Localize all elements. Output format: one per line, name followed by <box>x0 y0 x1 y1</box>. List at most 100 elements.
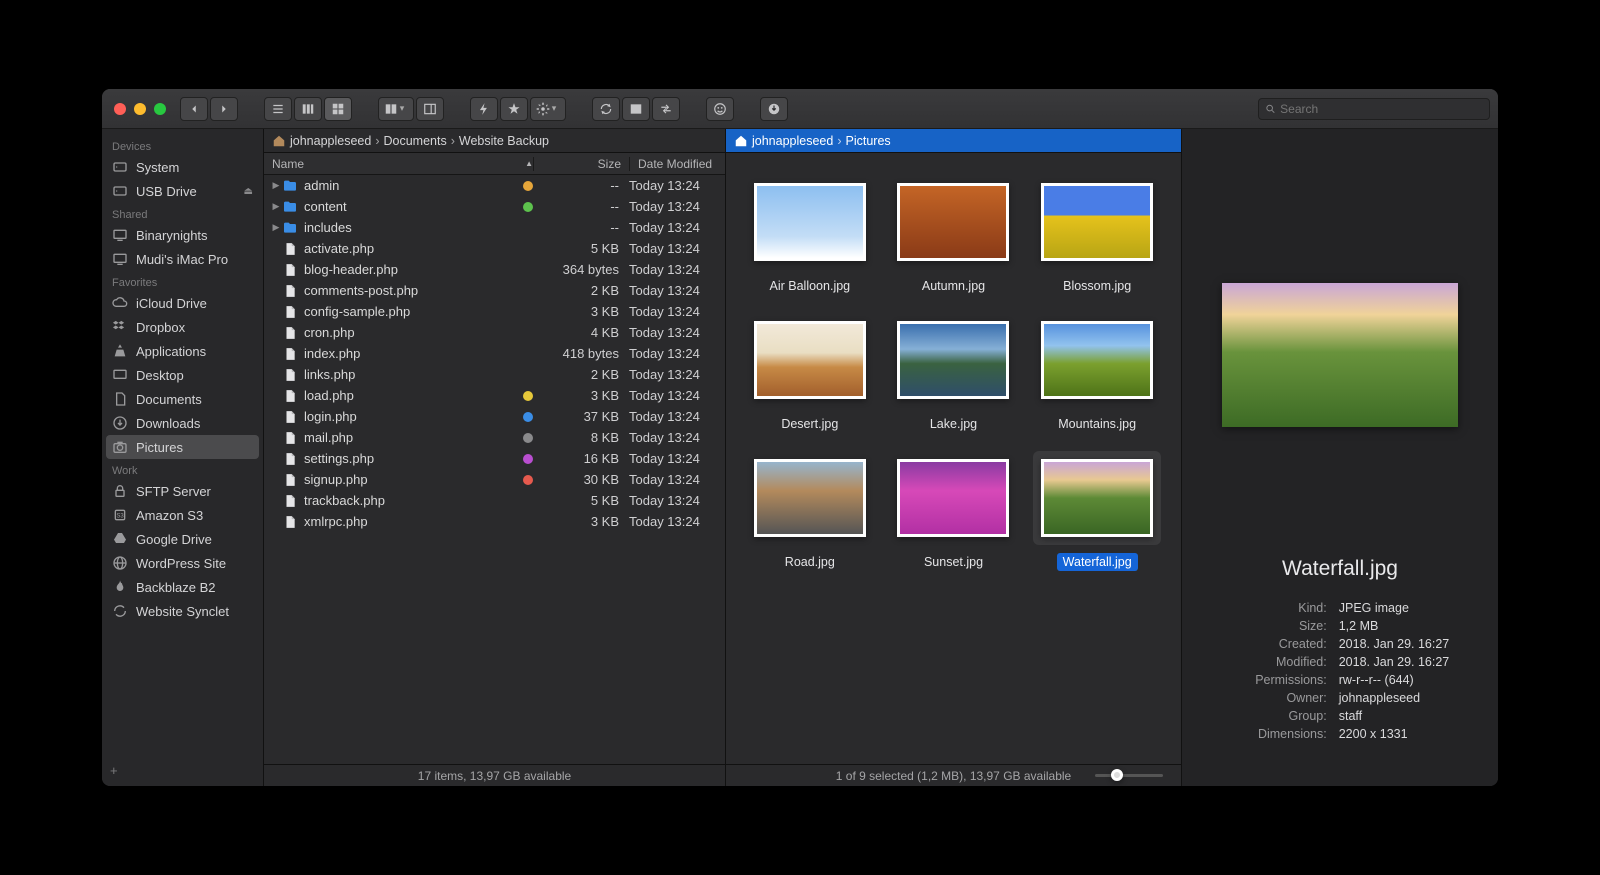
sidebar-item[interactable]: SFTP Server <box>102 479 263 503</box>
grid-item[interactable]: Autumn.jpg <box>888 175 1020 295</box>
grid-item[interactable]: Road.jpg <box>744 451 876 571</box>
breadcrumb-item[interactable]: johnappleseed <box>752 134 833 148</box>
display-icon <box>112 251 128 267</box>
icon-size-slider[interactable] <box>1095 774 1163 777</box>
back-button[interactable] <box>180 97 208 121</box>
sidebar-item[interactable]: System <box>102 155 263 179</box>
terminal-button[interactable] <box>622 97 650 121</box>
file-row[interactable]: ▶includes--Today 13:24 <box>264 217 725 238</box>
download-icon <box>767 102 781 116</box>
quicklook-button[interactable] <box>470 97 498 121</box>
file-row[interactable]: mail.php8 KBToday 13:24 <box>264 427 725 448</box>
file-date: Today 13:24 <box>629 262 725 277</box>
file-row[interactable]: load.php3 KBToday 13:24 <box>264 385 725 406</box>
breadcrumb-item[interactable]: Documents <box>384 134 447 148</box>
breadcrumb-item[interactable]: johnappleseed <box>290 134 371 148</box>
actions-dropdown[interactable]: ▾ <box>530 97 566 121</box>
column-date[interactable]: Date Modified <box>629 157 725 171</box>
file-name: index.php <box>304 346 523 361</box>
sidebar-item[interactable]: Dropbox <box>102 315 263 339</box>
sidebar-item[interactable]: Applications <box>102 339 263 363</box>
grid-item[interactable]: Mountains.jpg <box>1031 313 1163 433</box>
file-row[interactable]: xmlrpc.php3 KBToday 13:24 <box>264 511 725 532</box>
file-row[interactable]: ▶admin--Today 13:24 <box>264 175 725 196</box>
chevron-right-icon <box>217 102 231 116</box>
activity-button[interactable] <box>760 97 788 121</box>
breadcrumb-item[interactable]: Pictures <box>846 134 891 148</box>
sidebar-item[interactable]: Downloads <box>102 411 263 435</box>
sidebar-item[interactable]: Pictures <box>106 435 259 459</box>
search-input[interactable] <box>1280 102 1483 116</box>
search-field[interactable] <box>1258 98 1490 120</box>
toolbar: ▾ ▾ <box>102 89 1498 129</box>
file-row[interactable]: trackback.php5 KBToday 13:24 <box>264 490 725 511</box>
sidebar-item[interactable]: iCloud Drive <box>102 291 263 315</box>
icon-view-button[interactable] <box>324 97 352 121</box>
minimize-window-button[interactable] <box>134 103 146 115</box>
grid-item[interactable]: Blossom.jpg <box>1031 175 1163 295</box>
list-view-button[interactable] <box>264 97 292 121</box>
disclosure-arrow-icon[interactable]: ▶ <box>270 201 282 212</box>
zoom-window-button[interactable] <box>154 103 166 115</box>
file-row[interactable]: blog-header.php364 bytesToday 13:24 <box>264 259 725 280</box>
column-size[interactable]: Size <box>533 157 629 171</box>
left-breadcrumb[interactable]: johnappleseed › Documents › Website Back… <box>264 129 725 153</box>
file-size: -- <box>547 199 629 214</box>
column-name[interactable]: Name▲ <box>264 157 533 171</box>
file-row[interactable]: activate.php5 KBToday 13:24 <box>264 238 725 259</box>
tags-button[interactable] <box>706 97 734 121</box>
file-name: mail.php <box>304 430 523 445</box>
sync-button[interactable] <box>592 97 620 121</box>
meta-row: Group:staff <box>1231 707 1450 725</box>
column-view-button[interactable] <box>294 97 322 121</box>
grid-item[interactable]: Lake.jpg <box>888 313 1020 433</box>
file-row[interactable]: links.php2 KBToday 13:24 <box>264 364 725 385</box>
file-row[interactable]: login.php37 KBToday 13:24 <box>264 406 725 427</box>
file-row[interactable]: cron.php4 KBToday 13:24 <box>264 322 725 343</box>
sidebar-item[interactable]: USB Drive⏏ <box>102 179 263 203</box>
breadcrumb-item[interactable]: Website Backup <box>459 134 549 148</box>
chevron-down-icon: ▾ <box>552 103 557 114</box>
sidebar-item[interactable]: Backblaze B2 <box>102 575 263 599</box>
file-row[interactable]: settings.php16 KBToday 13:24 <box>264 448 725 469</box>
disclosure-arrow-icon[interactable]: ▶ <box>270 222 282 233</box>
favorite-button[interactable] <box>500 97 528 121</box>
layout-dropdown[interactable]: ▾ <box>378 97 414 121</box>
file-name: includes <box>304 220 523 235</box>
disclosure-arrow-icon[interactable]: ▶ <box>270 180 282 191</box>
grid-item[interactable]: Sunset.jpg <box>888 451 1020 571</box>
sidebar-item[interactable]: S3Amazon S3 <box>102 503 263 527</box>
close-window-button[interactable] <box>114 103 126 115</box>
sidebar-item[interactable]: Documents <box>102 387 263 411</box>
grid-item[interactable]: Waterfall.jpg <box>1031 451 1163 571</box>
queue-button[interactable] <box>652 97 680 121</box>
preview-toggle-button[interactable] <box>416 97 444 121</box>
grid-item-label: Blossom.jpg <box>1057 277 1137 295</box>
file-row[interactable]: signup.php30 KBToday 13:24 <box>264 469 725 490</box>
forward-button[interactable] <box>210 97 238 121</box>
sidebar-item[interactable]: Binarynights <box>102 223 263 247</box>
file-row[interactable]: index.php418 bytesToday 13:24 <box>264 343 725 364</box>
color-tag <box>523 181 533 191</box>
file-row[interactable]: ▶content--Today 13:24 <box>264 196 725 217</box>
icon-grid[interactable]: Air Balloon.jpgAutumn.jpg Blossom.jpg Dese… <box>726 153 1181 764</box>
eject-icon[interactable]: ⏏ <box>244 186 253 197</box>
sidebar-item[interactable]: WordPress Site <box>102 551 263 575</box>
thumbnail <box>897 459 1009 537</box>
file-size: 418 bytes <box>547 346 629 361</box>
file-row[interactable]: config-sample.php3 KBToday 13:24 <box>264 301 725 322</box>
sidebar-item[interactable]: Desktop <box>102 363 263 387</box>
grid-item[interactable]: Desert.jpg <box>744 313 876 433</box>
sidebar-item-label: Mudi's iMac Pro <box>136 252 228 267</box>
middle-breadcrumb[interactable]: johnappleseed › Pictures <box>726 129 1181 153</box>
thumbnail <box>897 183 1009 261</box>
file-row[interactable]: comments-post.php2 KBToday 13:24 <box>264 280 725 301</box>
file-name: blog-header.php <box>304 262 523 277</box>
sidebar-item[interactable]: Website Synclet <box>102 599 263 623</box>
grid-item[interactable]: Air Balloon.jpg <box>744 175 876 295</box>
add-location-button[interactable]: + <box>102 755 263 786</box>
sidebar-item[interactable]: Mudi's iMac Pro <box>102 247 263 271</box>
sidebar-item[interactable]: Google Drive <box>102 527 263 551</box>
file-date: Today 13:24 <box>629 283 725 298</box>
file-list[interactable]: ▶admin--Today 13:24▶content--Today 13:24… <box>264 175 725 764</box>
